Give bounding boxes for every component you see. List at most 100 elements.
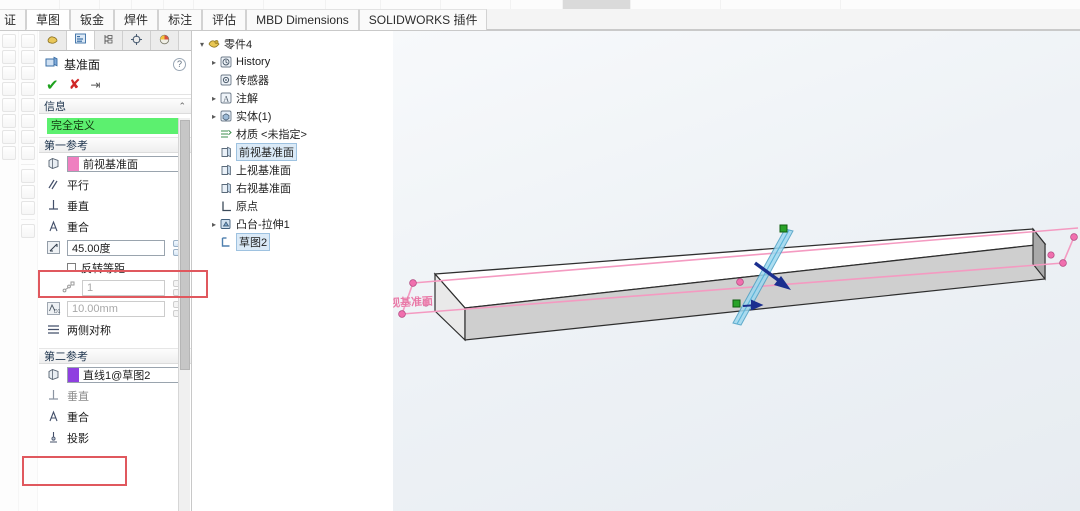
tree-item-history[interactable]: ▸ History	[193, 53, 393, 71]
tree-item-right-plane[interactable]: 右视基准面	[193, 179, 393, 197]
perpendicular-icon	[46, 388, 61, 403]
tree-item-sensors[interactable]: 传感器	[193, 71, 393, 89]
second-constraint-projected-row[interactable]: 投影	[39, 427, 191, 448]
rail2-icon-1[interactable]	[21, 34, 35, 48]
feature-tree: ▾ 零件4 ▸ History 传感器 ▸ A 注解	[193, 31, 393, 511]
instance-count-input[interactable]: 1	[82, 280, 165, 296]
display-manager-tab[interactable]	[151, 31, 179, 50]
tab-annotation[interactable]: 标注	[158, 9, 202, 30]
tab-mbd-dimensions[interactable]: MBD Dimensions	[246, 9, 359, 30]
tree-item-label: 凸台-拉伸1	[236, 216, 290, 232]
rail2-icon-8[interactable]	[21, 146, 35, 160]
tree-item-origin[interactable]: 原点	[193, 197, 393, 215]
tree-item-material[interactable]: 材质 <未指定>	[193, 125, 393, 143]
expand-arrow-icon[interactable]: ▸	[209, 58, 219, 67]
tab-weldments[interactable]: 焊件	[114, 9, 158, 30]
rail2-icon-11[interactable]	[21, 201, 35, 215]
expand-arrow-icon[interactable]: ▸	[209, 94, 219, 103]
rail1-icon-7[interactable]	[2, 130, 16, 144]
configuration-manager-tab[interactable]	[95, 31, 123, 50]
section-label: 信息	[44, 98, 66, 114]
tab-evaluate[interactable]: 评估	[202, 9, 246, 30]
tree-item-part[interactable]: ▾ 零件4	[193, 35, 393, 53]
rail2-icon-9[interactable]	[21, 169, 35, 183]
tree-item-label: 传感器	[236, 72, 269, 88]
expand-arrow-icon[interactable]: ▸	[209, 112, 219, 121]
dim-xpert-manager-tab[interactable]	[123, 31, 151, 50]
first-reference-selection-row: 前视基准面	[39, 153, 191, 174]
tab-sheet-metal[interactable]: 钣金	[70, 9, 114, 30]
tree-item-front-plane[interactable]: 前视基准面	[193, 143, 393, 161]
help-icon[interactable]: ?	[173, 58, 186, 71]
offset-distance-row: D1 10.00mm ▲▼	[39, 298, 191, 319]
rail1-icon-4[interactable]	[2, 82, 16, 96]
property-manager-scrollbar[interactable]	[178, 118, 190, 511]
solidworks-window: 证 草图 钣金 焊件 标注 评估 MBD Dimensions SOLIDWOR…	[0, 0, 1080, 511]
rail1-icon-5[interactable]	[2, 98, 16, 112]
rail1-icon-8[interactable]	[2, 146, 16, 160]
tab-sketch[interactable]: 草图	[26, 9, 70, 30]
plane-icon	[219, 181, 233, 195]
tree-item-sketch2[interactable]: 草图2	[193, 233, 393, 251]
model-3d-view[interactable]	[393, 31, 1080, 511]
second-reference-input[interactable]: 直线1@草图2	[67, 367, 186, 383]
property-manager-tab-filler	[179, 31, 191, 50]
rail2-icon-5[interactable]	[21, 98, 35, 112]
flip-offset-checkbox[interactable]	[67, 263, 76, 272]
section-header-info[interactable]: 信息 ⌃	[39, 98, 191, 114]
property-manager-tab[interactable]	[67, 31, 95, 50]
rail1-icon-6[interactable]	[2, 114, 16, 128]
constraint-parallel-row[interactable]: 平行	[39, 174, 191, 195]
mid-plane-row[interactable]: 两侧对称	[39, 319, 191, 340]
graphics-area[interactable]: ▾ ▾ ▾ ▾ ▾	[393, 31, 1080, 511]
section-header-second-reference[interactable]: 第二参考 ⌃	[39, 348, 191, 364]
rail2-icon-7[interactable]	[21, 130, 35, 144]
constraint-perpendicular-row[interactable]: 垂直	[39, 195, 191, 216]
rail1-icon-2[interactable]	[2, 50, 16, 64]
rail2-icon-2[interactable]	[21, 50, 35, 64]
property-manager-title-row: 基准面 ?	[39, 53, 191, 75]
feature-manager-tab[interactable]	[39, 31, 67, 50]
tree-item-top-plane[interactable]: 上视基准面	[193, 161, 393, 179]
pin-icon[interactable]: ⇥	[90, 78, 100, 92]
constraint-coincident-row[interactable]: 重合	[39, 216, 191, 237]
tab-label: MBD Dimensions	[256, 13, 349, 27]
second-constraint-perpendicular-row[interactable]: 垂直	[39, 385, 191, 406]
rail1-icon-1[interactable]	[2, 34, 16, 48]
tree-item-extrude[interactable]: ▸ 凸台-拉伸1	[193, 215, 393, 233]
rail1-icon-3[interactable]	[2, 66, 16, 80]
angle-input[interactable]: 45.00度	[67, 240, 165, 256]
tree-item-annotations[interactable]: ▸ A 注解	[193, 89, 393, 107]
second-constraint-coincident-row[interactable]: 重合	[39, 406, 191, 427]
expand-arrow-icon[interactable]: ▾	[197, 40, 207, 49]
tab-solidworks-addins[interactable]: SOLIDWORKS 插件	[359, 9, 488, 30]
plane-handle-top	[780, 225, 787, 232]
second-reference-selection-row: 直线1@草图2	[39, 364, 191, 385]
rail2-icon-6[interactable]	[21, 114, 35, 128]
scrollbar-thumb[interactable]	[180, 120, 190, 370]
section-header-first-reference[interactable]: 第一参考 ⌃	[39, 137, 191, 153]
tree-item-label: 原点	[236, 198, 258, 214]
flip-offset-row[interactable]: 反转等距	[39, 258, 191, 277]
accept-checkmark-icon[interactable]: ✔	[46, 76, 59, 94]
left-toolbar-rail-2	[19, 31, 38, 511]
first-reference-input[interactable]: 前视基准面	[67, 156, 186, 172]
plane-icon	[219, 145, 233, 159]
rail2-icon-4[interactable]	[21, 82, 35, 96]
cancel-x-icon[interactable]: ✘	[69, 76, 81, 93]
rail2-icon-3[interactable]	[21, 66, 35, 80]
rail2-icon-12[interactable]	[21, 224, 35, 238]
property-manager-panel: 基准面 ? ✔ ✘ ⇥ 信息 ⌃ 完全定义 第一参考 ⌃ 前视基准面	[39, 31, 192, 511]
reference-face-icon	[46, 156, 61, 171]
expand-arrow-icon[interactable]: ▸	[209, 220, 219, 229]
tree-item-label: 上视基准面	[236, 162, 291, 178]
reference-face-icon	[46, 367, 61, 382]
offset-distance-input[interactable]: 10.00mm	[67, 301, 165, 317]
second-reference-value: 直线1@草图2	[79, 367, 150, 383]
tab-0[interactable]: 证	[0, 9, 26, 30]
tree-item-solid-bodies[interactable]: ▸ 实体(1)	[193, 107, 393, 125]
annotation-icon: A	[219, 91, 233, 105]
angle-value: 45.00度	[68, 240, 111, 256]
rail2-icon-10[interactable]	[21, 185, 35, 199]
tab-label: 评估	[212, 13, 236, 27]
